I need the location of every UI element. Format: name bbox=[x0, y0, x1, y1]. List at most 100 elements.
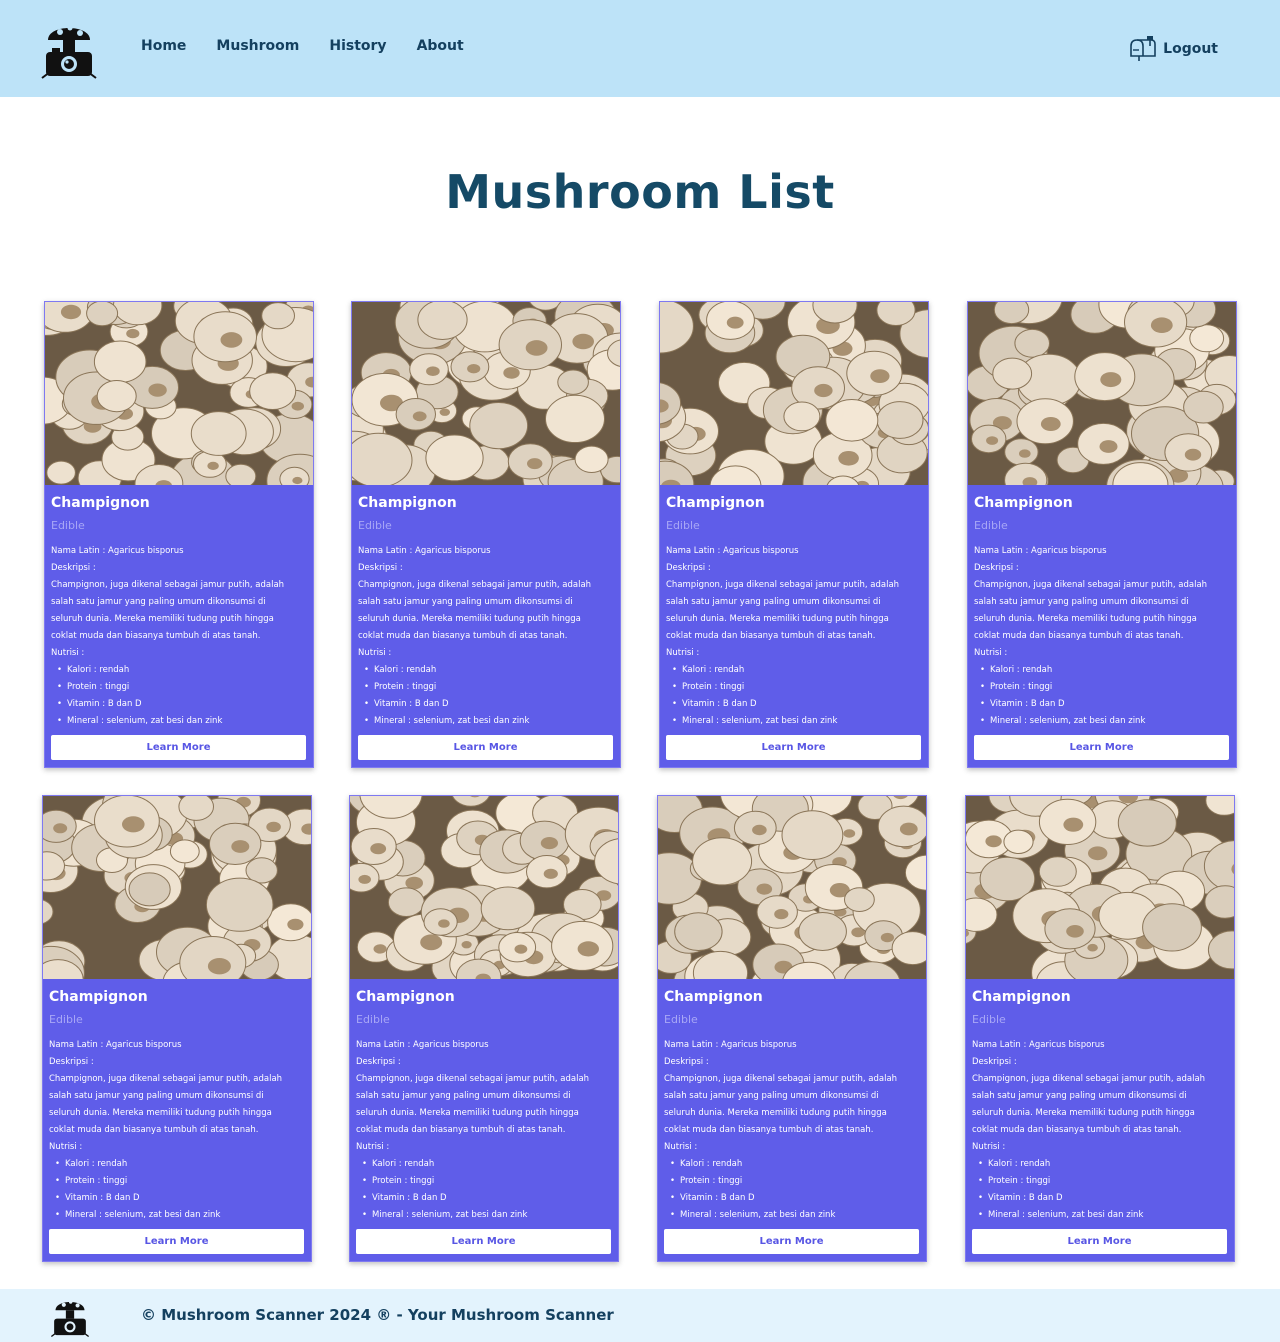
card-info: Nama Latin : Agaricus bisporus Deskripsi … bbox=[666, 543, 922, 730]
description-line: coklat muda dan biasanya tumbuh di atas … bbox=[51, 631, 261, 641]
nutrition-label: Nutrisi : bbox=[666, 648, 700, 658]
latin-name: Nama Latin : Agaricus bisporus bbox=[972, 1040, 1105, 1050]
mushroom-image bbox=[658, 796, 926, 979]
nutrition-label: Nutrisi : bbox=[51, 648, 85, 658]
mushroom-image bbox=[968, 302, 1236, 485]
mushroom-camera-logo-icon bbox=[50, 1300, 90, 1338]
nav-history[interactable]: History bbox=[329, 38, 386, 54]
description-line: Champignon, juga dikenal sebagai jamur p… bbox=[666, 580, 900, 590]
nutrition-list: Kalori : rendahProtein : tinggiVitamin :… bbox=[51, 662, 307, 730]
latin-name: Nama Latin : Agaricus bisporus bbox=[49, 1040, 182, 1050]
nutrition-item: Kalori : rendah bbox=[55, 1156, 305, 1173]
learn-more-button[interactable]: Learn More bbox=[664, 1229, 919, 1254]
nutrition-item: Vitamin : B dan D bbox=[362, 1190, 612, 1207]
mushroom-card: Champignon Edible Nama Latin : Agaricus bi… bbox=[349, 795, 619, 1262]
card-status: Edible bbox=[666, 519, 700, 532]
footer-copyright: © Mushroom Scanner 2024 ® - Your Mushroo… bbox=[141, 1306, 614, 1324]
description-line: salah satu jamur yang paling umum dikons… bbox=[664, 1091, 879, 1101]
nutrition-item: Kalori : rendah bbox=[670, 1156, 920, 1173]
nutrition-item: Vitamin : B dan D bbox=[57, 696, 307, 713]
description-line: salah satu jamur yang paling umum dikons… bbox=[972, 1091, 1187, 1101]
nutrition-label: Nutrisi : bbox=[974, 648, 1008, 658]
card-body: Champignon Edible Nama Latin : Agaricus bi… bbox=[350, 979, 618, 1224]
card-title: Champignon bbox=[358, 495, 457, 511]
card-body: Champignon Edible Nama Latin : Agaricus bi… bbox=[658, 979, 926, 1224]
description-line: seluruh dunia. Mereka memiliki tudung pu… bbox=[664, 1108, 887, 1118]
learn-more-button[interactable]: Learn More bbox=[666, 735, 921, 760]
card-status: Edible bbox=[358, 519, 392, 532]
nav-home[interactable]: Home bbox=[141, 38, 186, 54]
mushroom-card: Champignon Edible Nama Latin : Agaricus bi… bbox=[351, 301, 621, 768]
learn-more-button[interactable]: Learn More bbox=[972, 1229, 1227, 1254]
nutrition-item: Mineral : selenium, zat besi dan zink bbox=[980, 713, 1230, 730]
card-status: Edible bbox=[974, 519, 1008, 532]
learn-more-button[interactable]: Learn More bbox=[51, 735, 306, 760]
nutrition-item: Vitamin : B dan D bbox=[978, 1190, 1228, 1207]
nutrition-item: Kalori : rendah bbox=[672, 662, 922, 679]
nutrition-list: Kalori : rendahProtein : tinggiVitamin :… bbox=[664, 1156, 920, 1224]
latin-name: Nama Latin : Agaricus bisporus bbox=[664, 1040, 797, 1050]
nutrition-list: Kalori : rendahProtein : tinggiVitamin :… bbox=[972, 1156, 1228, 1224]
logout-button[interactable]: Logout bbox=[1129, 36, 1218, 62]
learn-more-button[interactable]: Learn More bbox=[356, 1229, 611, 1254]
nav-about[interactable]: About bbox=[417, 38, 464, 54]
card-title: Champignon bbox=[974, 495, 1073, 511]
learn-more-button[interactable]: Learn More bbox=[49, 1229, 304, 1254]
nutrition-item: Protein : tinggi bbox=[362, 1173, 612, 1190]
card-status: Edible bbox=[49, 1013, 83, 1026]
nutrition-item: Vitamin : B dan D bbox=[980, 696, 1230, 713]
description-line: Champignon, juga dikenal sebagai jamur p… bbox=[51, 580, 285, 590]
card-info: Nama Latin : Agaricus bisporus Deskripsi … bbox=[664, 1037, 920, 1224]
description-line: salah satu jamur yang paling umum dikons… bbox=[666, 597, 881, 607]
description-line: Champignon, juga dikenal sebagai jamur p… bbox=[972, 1074, 1206, 1084]
nav-links: Home Mushroom History About bbox=[141, 38, 464, 54]
nutrition-item: Kalori : rendah bbox=[364, 662, 614, 679]
nutrition-item: Mineral : selenium, zat besi dan zink bbox=[55, 1207, 305, 1224]
learn-more-button[interactable]: Learn More bbox=[974, 735, 1229, 760]
mushroom-card: Champignon Edible Nama Latin : Agaricus bi… bbox=[965, 795, 1235, 1262]
nutrition-label: Nutrisi : bbox=[972, 1142, 1006, 1152]
description-line: Champignon, juga dikenal sebagai jamur p… bbox=[49, 1074, 283, 1084]
description-line: seluruh dunia. Mereka memiliki tudung pu… bbox=[51, 614, 274, 624]
description-line: Champignon, juga dikenal sebagai jamur p… bbox=[356, 1074, 590, 1084]
description-line: seluruh dunia. Mereka memiliki tudung pu… bbox=[972, 1108, 1195, 1118]
description-label: Deskripsi : bbox=[49, 1057, 94, 1067]
card-body: Champignon Edible Nama Latin : Agaricus bi… bbox=[966, 979, 1234, 1224]
mailbox-logout-icon bbox=[1130, 36, 1156, 61]
description-line: coklat muda dan biasanya tumbuh di atas … bbox=[358, 631, 568, 641]
mushroom-image bbox=[350, 796, 618, 979]
footer: © Mushroom Scanner 2024 ® - Your Mushroo… bbox=[0, 1289, 1280, 1342]
description-line: Champignon, juga dikenal sebagai jamur p… bbox=[358, 580, 592, 590]
nutrition-item: Vitamin : B dan D bbox=[55, 1190, 305, 1207]
card-info: Nama Latin : Agaricus bisporus Deskripsi … bbox=[972, 1037, 1228, 1224]
card-info: Nama Latin : Agaricus bisporus Deskripsi … bbox=[356, 1037, 612, 1224]
card-title: Champignon bbox=[972, 989, 1071, 1005]
learn-more-button[interactable]: Learn More bbox=[358, 735, 613, 760]
mushroom-card: Champignon Edible Nama Latin : Agaricus bi… bbox=[657, 795, 927, 1262]
nutrition-item: Protein : tinggi bbox=[670, 1173, 920, 1190]
nutrition-list: Kalori : rendahProtein : tinggiVitamin :… bbox=[356, 1156, 612, 1224]
mushroom-camera-logo-icon[interactable] bbox=[40, 18, 98, 80]
nutrition-label: Nutrisi : bbox=[358, 648, 392, 658]
logout-label: Logout bbox=[1163, 41, 1218, 57]
card-body: Champignon Edible Nama Latin : Agaricus bi… bbox=[968, 485, 1236, 730]
page-title: Mushroom List bbox=[445, 165, 835, 219]
nutrition-item: Mineral : selenium, zat besi dan zink bbox=[362, 1207, 612, 1224]
nutrition-label: Nutrisi : bbox=[356, 1142, 390, 1152]
description-label: Deskripsi : bbox=[51, 563, 96, 573]
latin-name: Nama Latin : Agaricus bisporus bbox=[356, 1040, 489, 1050]
mushroom-card: Champignon Edible Nama Latin : Agaricus bi… bbox=[659, 301, 929, 768]
nutrition-item: Protein : tinggi bbox=[978, 1173, 1228, 1190]
mushroom-image bbox=[45, 302, 313, 485]
nutrition-item: Vitamin : B dan D bbox=[670, 1190, 920, 1207]
description-line: coklat muda dan biasanya tumbuh di atas … bbox=[356, 1125, 566, 1135]
description-line: salah satu jamur yang paling umum dikons… bbox=[49, 1091, 264, 1101]
mushroom-card: Champignon Edible Nama Latin : Agaricus bi… bbox=[42, 795, 312, 1262]
nav-mushroom[interactable]: Mushroom bbox=[216, 38, 299, 54]
mushroom-image bbox=[660, 302, 928, 485]
description-line: salah satu jamur yang paling umum dikons… bbox=[356, 1091, 571, 1101]
description-line: seluruh dunia. Mereka memiliki tudung pu… bbox=[666, 614, 889, 624]
mushroom-image bbox=[966, 796, 1234, 979]
card-status: Edible bbox=[51, 519, 85, 532]
description-label: Deskripsi : bbox=[358, 563, 403, 573]
